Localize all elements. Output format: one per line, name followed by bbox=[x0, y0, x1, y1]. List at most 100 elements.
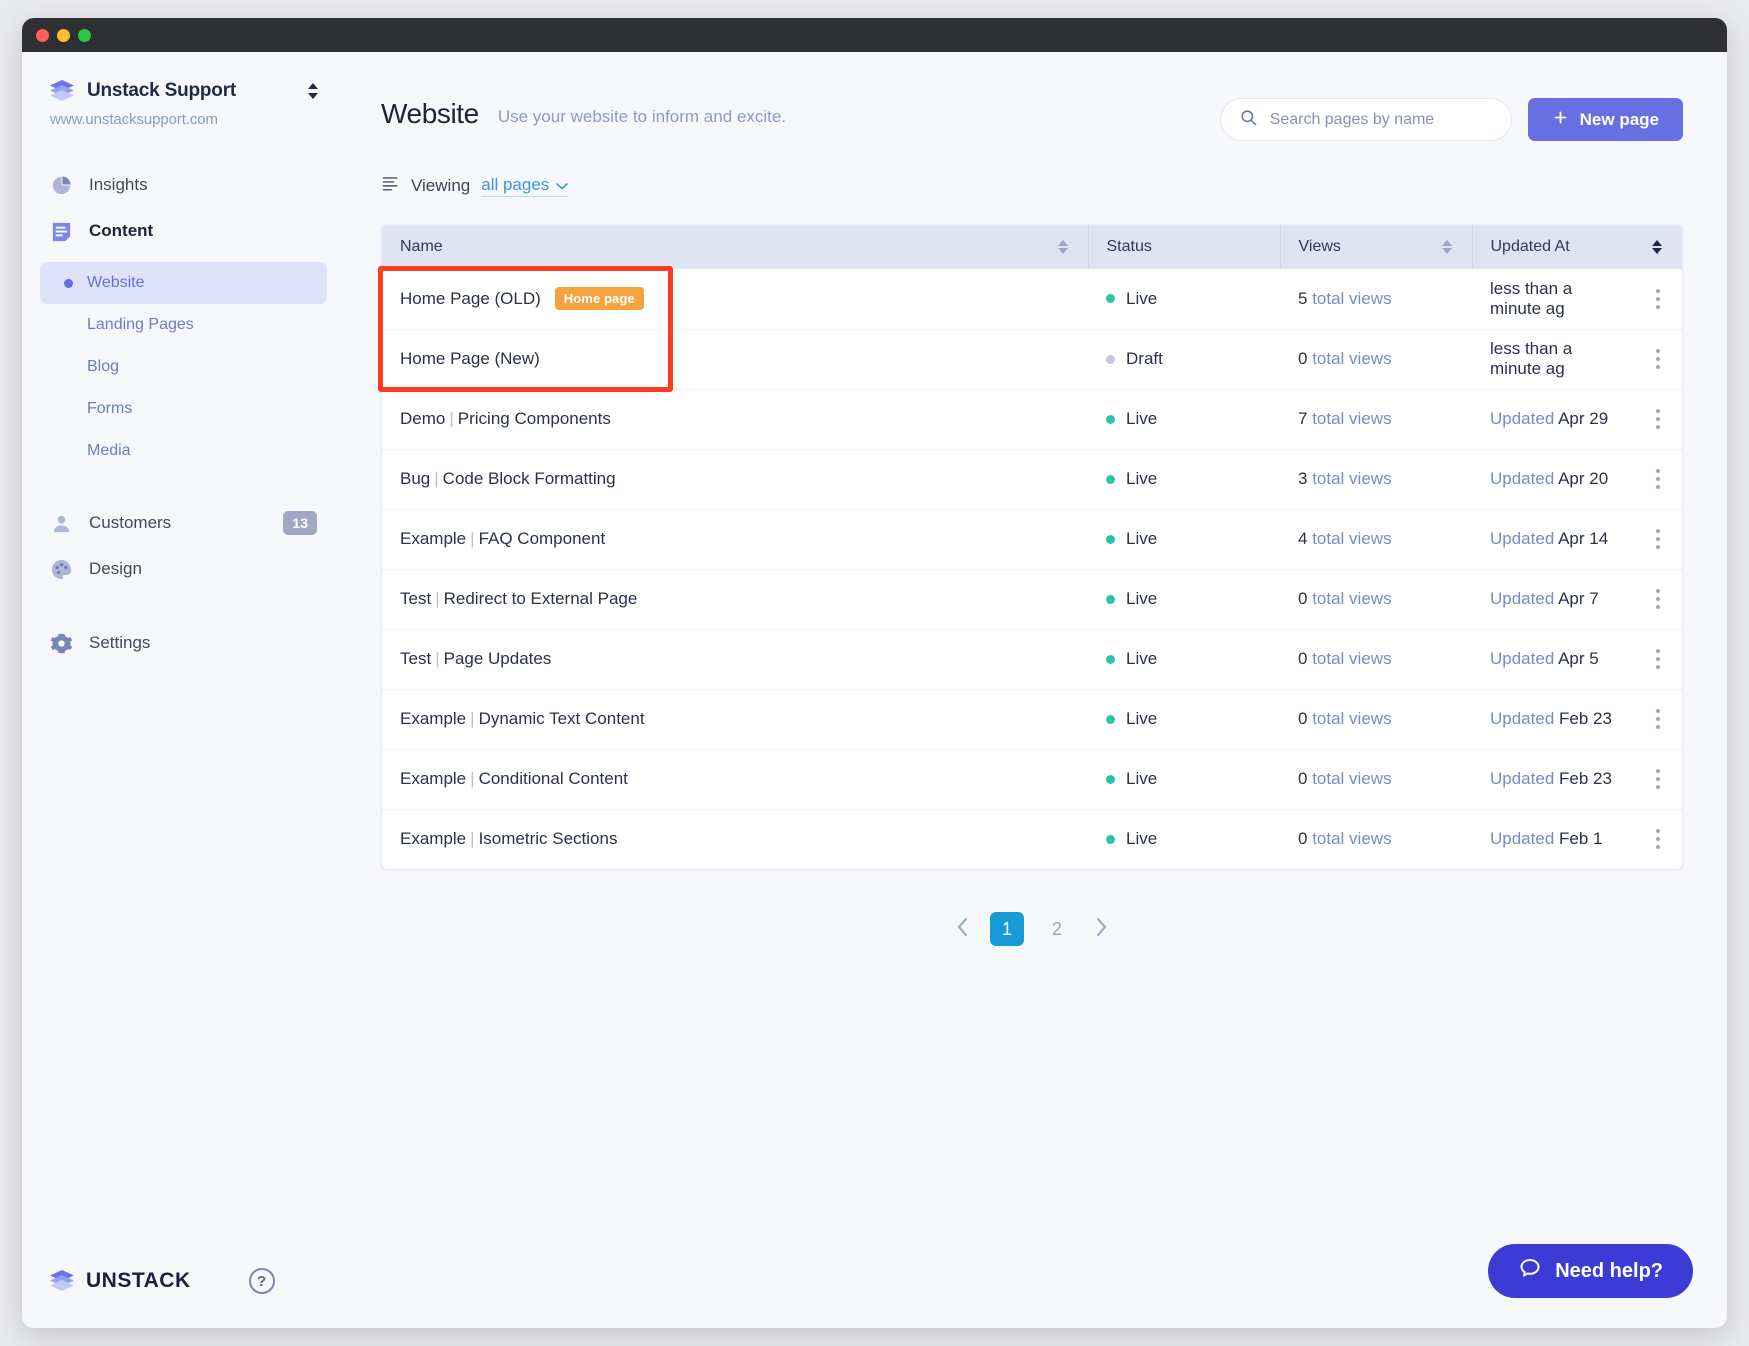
sort-icon[interactable] bbox=[1441, 239, 1454, 255]
sidebar-item-content[interactable]: Content bbox=[22, 208, 345, 254]
table-row[interactable]: Example | Conditional Content Live 0 total v… bbox=[382, 749, 1682, 810]
window-close-button[interactable] bbox=[36, 28, 49, 42]
table-row[interactable]: Home Page (New) Draft 0 total views less th… bbox=[382, 329, 1682, 390]
cell-views[interactable]: 3 total views bbox=[1280, 449, 1472, 510]
views-label[interactable]: total views bbox=[1312, 529, 1391, 548]
cell-name[interactable]: Example | Conditional Content bbox=[382, 749, 1088, 810]
sidebar-item-customers[interactable]: Customers 13 bbox=[22, 500, 345, 546]
views-label[interactable]: total views bbox=[1312, 649, 1391, 668]
sidebar-footer: UNSTACK ? bbox=[50, 1268, 275, 1294]
cell-views[interactable]: 0 total views bbox=[1280, 329, 1472, 390]
cell-name[interactable]: Example | Dynamic Text Content bbox=[382, 689, 1088, 750]
cell-row-menu[interactable] bbox=[1634, 269, 1682, 330]
views-label[interactable]: total views bbox=[1312, 349, 1391, 368]
views-label[interactable]: total views bbox=[1312, 769, 1391, 788]
cell-name[interactable]: Demo | Pricing Components bbox=[382, 389, 1088, 450]
cell-row-menu[interactable] bbox=[1634, 389, 1682, 450]
cell-row-menu[interactable] bbox=[1634, 689, 1682, 750]
cell-views[interactable]: 0 total views bbox=[1280, 749, 1472, 810]
column-header-updated-at[interactable]: Updated At bbox=[1472, 225, 1682, 269]
cell-row-menu[interactable] bbox=[1634, 809, 1682, 869]
column-header-views[interactable]: Views bbox=[1280, 225, 1473, 269]
gear-icon bbox=[50, 632, 73, 655]
search-pages-box[interactable] bbox=[1219, 98, 1512, 141]
cell-views[interactable]: 5 total views bbox=[1280, 269, 1472, 330]
chevron-up-down-icon[interactable] bbox=[305, 81, 321, 101]
sidebar-item-settings[interactable]: Settings bbox=[22, 620, 345, 666]
views-label[interactable]: total views bbox=[1312, 589, 1391, 608]
table-row[interactable]: Test | Page Updates Live 0 total views Update… bbox=[382, 629, 1682, 690]
workspace-switcher[interactable]: Unstack Support bbox=[22, 80, 345, 102]
views-label[interactable]: total views bbox=[1312, 289, 1391, 308]
pagination-page-1[interactable]: 1 bbox=[990, 912, 1024, 946]
need-help-button[interactable]: Need help? bbox=[1488, 1244, 1693, 1298]
sort-icon-active[interactable] bbox=[1652, 239, 1664, 255]
cell-name[interactable]: Home Page (New) bbox=[382, 329, 1088, 390]
table-row[interactable]: Home Page (OLD) Home page Live 5 total view… bbox=[382, 269, 1682, 330]
table-row[interactable]: Example | Isometric Sections Live 0 total vi… bbox=[382, 809, 1682, 869]
window-minimize-button[interactable] bbox=[57, 28, 70, 42]
sidebar-item-landing-pages[interactable]: Landing Pages bbox=[40, 304, 327, 346]
sidebar-item-design[interactable]: Design bbox=[22, 546, 345, 592]
table-row[interactable]: Bug | Code Block Formatting Live 3 total vie… bbox=[382, 449, 1682, 510]
sidebar-item-website[interactable]: Website bbox=[40, 262, 327, 304]
kebab-menu-icon[interactable] bbox=[1652, 409, 1664, 429]
kebab-menu-icon[interactable] bbox=[1652, 829, 1664, 850]
chevron-left-icon[interactable] bbox=[952, 916, 974, 942]
sidebar-item-blog[interactable]: Blog bbox=[40, 346, 327, 388]
cell-updated-at: Updated Feb 23 bbox=[1472, 749, 1634, 810]
cell-row-menu[interactable] bbox=[1634, 569, 1682, 630]
kebab-menu-icon[interactable] bbox=[1652, 529, 1664, 549]
cell-views[interactable]: 0 total views bbox=[1280, 689, 1472, 750]
table-row[interactable]: Test | Redirect to External Page Live 0 tota… bbox=[382, 569, 1682, 630]
kebab-menu-icon[interactable] bbox=[1652, 769, 1664, 789]
kebab-menu-icon[interactable] bbox=[1652, 288, 1664, 309]
pagination-page-2[interactable]: 2 bbox=[1040, 912, 1074, 946]
cell-status: Live bbox=[1088, 569, 1280, 630]
cell-name[interactable]: Home Page (OLD) Home page bbox=[382, 269, 1088, 330]
table-row[interactable]: Example | FAQ Component Live 4 total views Up… bbox=[382, 509, 1682, 570]
kebab-menu-icon[interactable] bbox=[1652, 709, 1664, 729]
chevron-right-icon[interactable] bbox=[1090, 916, 1112, 942]
cell-views[interactable]: 0 total views bbox=[1280, 809, 1472, 869]
cell-views[interactable]: 7 total views bbox=[1280, 389, 1472, 450]
cell-views[interactable]: 0 total views bbox=[1280, 629, 1472, 690]
cell-row-menu[interactable] bbox=[1634, 629, 1682, 690]
views-label[interactable]: total views bbox=[1312, 409, 1391, 428]
cell-name[interactable]: Example | Isometric Sections bbox=[382, 809, 1088, 869]
new-page-button[interactable]: New page bbox=[1527, 98, 1683, 141]
cell-name[interactable]: Bug | Code Block Formatting bbox=[382, 449, 1088, 510]
cell-views[interactable]: 4 total views bbox=[1280, 509, 1472, 570]
cell-views[interactable]: 0 total views bbox=[1280, 569, 1472, 630]
sidebar-item-insights[interactable]: Insights bbox=[22, 162, 345, 208]
kebab-menu-icon[interactable] bbox=[1652, 349, 1664, 369]
views-label[interactable]: total views bbox=[1312, 829, 1391, 848]
cell-name[interactable]: Test | Redirect to External Page bbox=[382, 569, 1088, 630]
sidebar-item-media[interactable]: Media bbox=[40, 430, 327, 472]
column-header-name[interactable]: Name bbox=[382, 225, 1089, 269]
sort-icon[interactable] bbox=[1057, 239, 1070, 255]
cell-name[interactable]: Test | Page Updates bbox=[382, 629, 1088, 690]
cell-row-menu[interactable] bbox=[1634, 509, 1682, 570]
kebab-menu-icon[interactable] bbox=[1652, 469, 1664, 489]
active-bullet-icon bbox=[64, 278, 73, 288]
views-label[interactable]: total views bbox=[1312, 469, 1391, 488]
window-maximize-button[interactable] bbox=[78, 28, 91, 42]
cell-row-menu[interactable] bbox=[1634, 449, 1682, 510]
question-mark-icon[interactable]: ? bbox=[248, 1268, 275, 1294]
cell-row-menu[interactable] bbox=[1634, 329, 1682, 390]
sidebar-item-forms[interactable]: Forms bbox=[40, 388, 327, 430]
viewing-dropdown[interactable]: all pages bbox=[481, 175, 569, 197]
cell-row-menu[interactable] bbox=[1634, 749, 1682, 810]
table-row[interactable]: Example | Dynamic Text Content Live 0 total … bbox=[382, 689, 1682, 750]
views-label[interactable]: total views bbox=[1312, 709, 1391, 728]
search-input[interactable] bbox=[1269, 110, 1493, 129]
table-row[interactable]: Demo | Pricing Components Live 7 total views… bbox=[382, 389, 1682, 450]
kebab-menu-icon[interactable] bbox=[1652, 589, 1664, 609]
column-header-status[interactable]: Status bbox=[1088, 225, 1281, 269]
pie-chart-icon bbox=[50, 174, 73, 197]
filter-list-icon[interactable] bbox=[381, 174, 400, 198]
kebab-menu-icon[interactable] bbox=[1652, 649, 1664, 669]
cell-name[interactable]: Example | FAQ Component bbox=[382, 509, 1088, 570]
cell-status: Live bbox=[1088, 269, 1280, 330]
